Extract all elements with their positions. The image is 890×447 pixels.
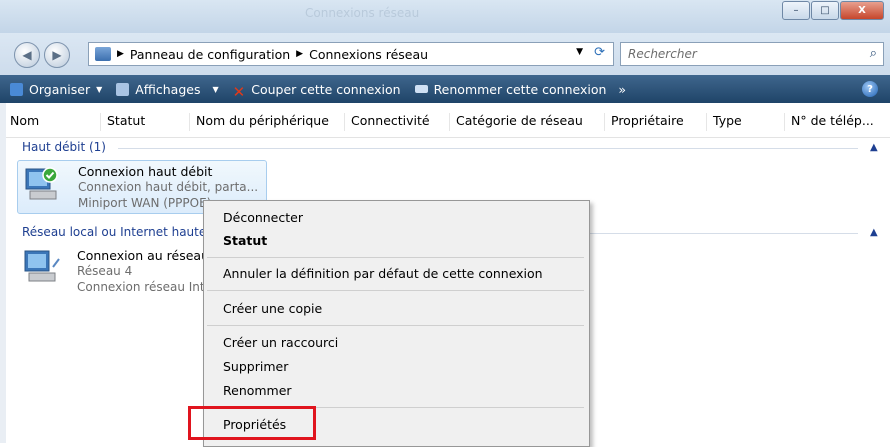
column-header-device-name[interactable]: Nom du périphérique [189,113,329,131]
rename-icon [414,85,428,93]
menu-separator [207,325,584,326]
rename-button[interactable]: Renommer cette connexion [414,82,606,97]
left-pane-edge [0,103,6,443]
breadcrumb-control-panel[interactable]: Panneau de configuration [130,47,290,62]
control-panel-icon [95,47,111,61]
properties-highlight-box [188,406,316,440]
column-header-status[interactable]: Statut [100,113,145,131]
menu-item-create-copy[interactable]: Créer une copie [223,301,322,316]
breadcrumb-separator: ▶ [296,49,304,59]
forward-arrow-icon: ▶ [52,48,62,62]
address-row: ◀ ▶ ▶ Panneau de configuration ▶ Connexi… [0,33,890,75]
chevron-down-icon[interactable]: ▼ [576,47,583,57]
help-icon[interactable]: ? [862,81,878,97]
menu-item-cancel-default[interactable]: Annuler la définition par défaut de cett… [223,266,543,281]
network-computer-icon [25,167,58,200]
menu-item-delete[interactable]: Supprimer [223,359,288,374]
column-header-row: Nom Statut Nom du périphérique Connectiv… [0,103,890,138]
menu-separator [207,257,584,258]
window-controls: – □ X [781,1,884,20]
group-divider [118,148,858,149]
column-header-type[interactable]: Type [706,113,742,131]
network-computer-icon [24,250,60,282]
back-button[interactable]: ◀ [14,42,40,68]
menu-item-disconnect[interactable]: Déconnecter [223,210,303,225]
window-title: Connexions réseau [305,6,420,20]
breadcrumb-separator: ▶ [117,49,124,59]
command-bar: Organiser ▼ Affichages ▼ ✕ Couper cette … [0,75,890,103]
search-icon[interactable]: ⌕ [870,46,877,61]
breadcrumb-network-connections[interactable]: Connexions réseau [309,47,428,62]
column-header-owner[interactable]: Propriétaire [604,113,684,131]
title-bar: Connexions réseau – □ X [0,0,890,33]
address-bar[interactable]: ▶ Panneau de configuration ▶ Connexions … [88,42,614,66]
views-button[interactable]: Affichages ▼ [116,82,219,97]
column-header-connectivity[interactable]: Connectivité [344,113,430,131]
search-placeholder: Rechercher [628,47,697,61]
search-input[interactable]: Rechercher ⌕ [620,42,884,66]
connection-description: Connexion haut débit, parta... [78,180,259,194]
disconnect-button[interactable]: ✕ Couper cette connexion [232,82,401,101]
menu-item-rename[interactable]: Renommer [223,383,292,398]
group-header-broadband[interactable]: Haut débit (1) [22,140,106,154]
chevron-up-icon[interactable]: ▲ [870,142,878,153]
menu-item-create-shortcut[interactable]: Créer un raccourci [223,335,338,350]
connection-name: Connexion haut débit [78,164,213,179]
chevron-down-icon: ▼ [212,84,219,94]
connection-network: Réseau 4 [77,264,133,278]
column-header-network-category[interactable]: Catégorie de réseau [449,113,583,131]
close-button[interactable]: X [840,1,884,20]
column-header-name[interactable]: Nom [4,113,39,131]
menu-item-status[interactable]: Statut [223,233,267,248]
disconnect-icon: ✕ [232,82,246,101]
organize-icon [10,82,23,96]
maximize-button[interactable]: □ [811,1,839,20]
column-header-phone-number[interactable]: N° de télép... [784,113,874,131]
group-divider [590,233,858,234]
forward-button[interactable]: ▶ [44,42,70,68]
menu-separator [207,290,584,291]
back-arrow-icon: ◀ [22,48,32,62]
minimize-button[interactable]: – [782,1,810,20]
organize-button[interactable]: Organiser ▼ [10,82,102,97]
chevron-down-icon: ▼ [96,84,103,94]
more-commands-button[interactable]: » [618,82,626,97]
refresh-icon[interactable]: ⟳ [594,45,605,60]
views-icon [116,82,130,96]
chevron-up-icon[interactable]: ▲ [870,227,878,238]
connection-device: Miniport WAN (PPPOE) [78,196,212,210]
